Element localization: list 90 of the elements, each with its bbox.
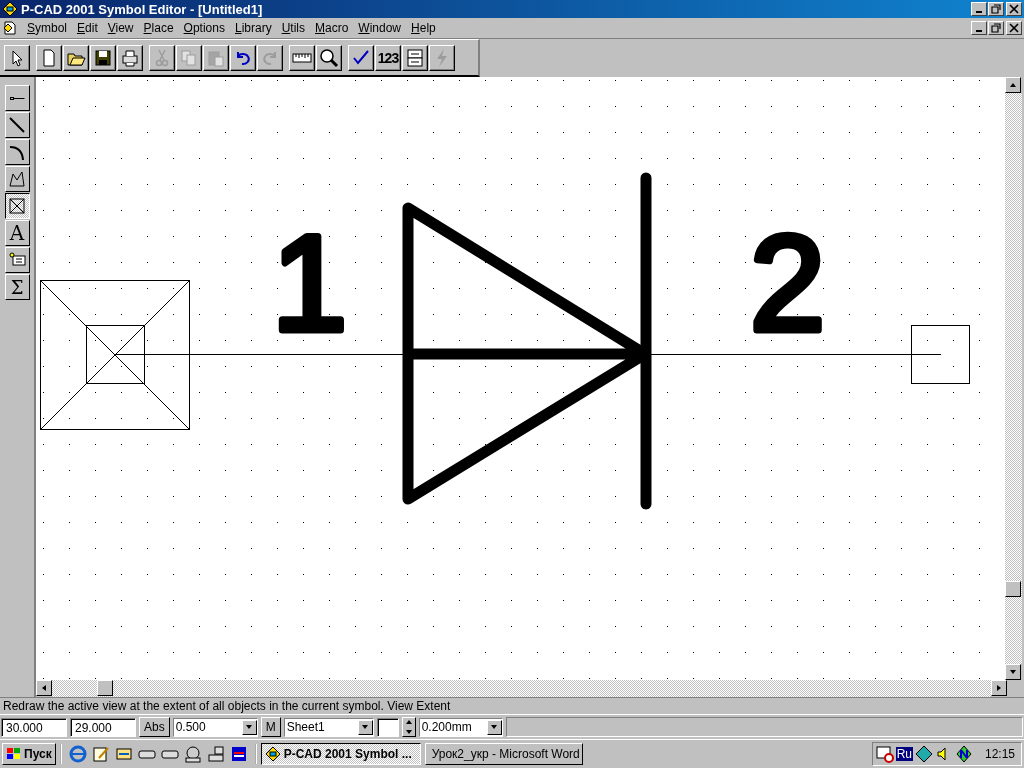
menu-item[interactable]: Utils: [276, 21, 310, 35]
horizontal-scrollbar[interactable]: [36, 680, 1007, 697]
browser-icon[interactable]: [67, 744, 88, 764]
undo-button[interactable]: [230, 44, 256, 71]
menu-item[interactable]: Macro: [310, 21, 354, 35]
text-tool[interactable]: A: [4, 220, 30, 246]
menu-item[interactable]: Symbol: [22, 21, 73, 35]
arc-tool[interactable]: [4, 139, 30, 165]
line-width-dropdown[interactable]: 0.200mm: [418, 717, 503, 737]
line-icon: [7, 115, 27, 135]
close-icon: [1009, 23, 1019, 33]
x-coordinate-field[interactable]: 30.000: [1, 717, 67, 737]
menu-item[interactable]: View: [102, 21, 139, 35]
numbering-button[interactable]: 123: [375, 44, 401, 71]
polygon-icon: [7, 169, 27, 189]
sigma-tool[interactable]: Σ: [4, 274, 30, 300]
line-tool[interactable]: [4, 112, 30, 138]
sheet-dropdown[interactable]: Sheet1: [283, 717, 374, 737]
crossed-square-icon: [7, 196, 27, 216]
caret-icon: [490, 723, 499, 731]
menu-item[interactable]: Help: [406, 21, 441, 35]
start-button[interactable]: Пуск: [2, 743, 56, 765]
restore-icon: [991, 4, 1001, 14]
vertical-scrollbar[interactable]: [1005, 77, 1022, 680]
pin-icon: [9, 96, 25, 100]
printer-icon: [120, 47, 140, 68]
grid-dropdown[interactable]: 0.500: [172, 717, 258, 737]
caret-icon: [361, 723, 370, 731]
pin-number: 2: [750, 208, 826, 359]
copy-icon: [179, 47, 199, 68]
window-title: P-CAD 2001 Symbol Editor - [Untitled1]: [21, 1, 263, 17]
open-button[interactable]: [63, 44, 89, 71]
menu-item[interactable]: Place: [138, 21, 179, 35]
print-button[interactable]: [117, 44, 143, 71]
cd-drive-icon[interactable]: [182, 744, 203, 764]
taskbar-button[interactable]: P-CAD 2001 Symbol ...: [260, 743, 421, 765]
scroll-right-button[interactable]: [991, 680, 1007, 696]
caret-icon: [40, 684, 48, 692]
taskbar-button[interactable]: Урок2_укр - Microsoft Word: [424, 743, 583, 765]
menu-item[interactable]: Options: [178, 21, 230, 35]
language-indicator[interactable]: Ru: [895, 747, 913, 761]
report-button[interactable]: [402, 44, 428, 71]
attribute-tool[interactable]: [4, 247, 30, 273]
pin-pad: [911, 325, 970, 384]
save-button[interactable]: [90, 44, 116, 71]
minimize-icon: [976, 30, 982, 32]
close-button[interactable]: [1006, 2, 1022, 16]
restore-icon: [991, 23, 1001, 33]
pin-tool[interactable]: [4, 85, 30, 111]
document-icon: [2, 20, 18, 36]
clock: 12:15: [984, 747, 1015, 761]
minimize-button[interactable]: [971, 21, 987, 35]
close-icon: [1009, 4, 1019, 14]
select-button[interactable]: [4, 44, 30, 71]
app-logo-icon: [2, 1, 18, 17]
polygon-tool[interactable]: [4, 166, 30, 192]
pin-number: 1: [272, 208, 348, 359]
magnifier-icon: [319, 47, 339, 68]
input-field[interactable]: [376, 717, 399, 737]
notepad-icon[interactable]: [90, 744, 111, 764]
new-button[interactable]: [36, 44, 62, 71]
windows-flag-icon: [6, 746, 22, 762]
scroll-thumb[interactable]: [97, 680, 113, 696]
scheduler-icon[interactable]: [875, 745, 894, 763]
abs-button[interactable]: Abs: [139, 717, 170, 737]
menu-item[interactable]: Library: [229, 21, 277, 35]
minimize-button[interactable]: [971, 2, 987, 16]
minimize-icon: [976, 11, 982, 13]
menu-item[interactable]: Window: [353, 21, 407, 35]
caret-icon: [245, 723, 254, 731]
scroll-up-button[interactable]: [1005, 77, 1021, 93]
spin-button[interactable]: [401, 717, 416, 737]
menu-item[interactable]: Edit: [72, 21, 103, 35]
computer-icon[interactable]: [205, 744, 226, 764]
status-message: Redraw the active view at the extent of all objects in the current symbol. View Extent: [0, 697, 1024, 715]
scroll-down-button[interactable]: [1005, 664, 1021, 680]
zoom-button[interactable]: [316, 44, 342, 71]
restore-button[interactable]: [988, 2, 1004, 16]
m-button[interactable]: M: [260, 717, 281, 737]
close-button[interactable]: [1006, 21, 1022, 35]
restore-button[interactable]: [988, 21, 1004, 35]
scroll-thumb[interactable]: [1005, 581, 1021, 597]
y-coordinate-field[interactable]: 29.000: [70, 717, 136, 737]
box-tool[interactable]: [4, 193, 30, 219]
scroll-left-button[interactable]: [36, 680, 52, 696]
check-button[interactable]: [348, 44, 374, 71]
app-logo-icon: [264, 746, 281, 762]
report-icon: [405, 47, 425, 68]
caret-icon: [1009, 81, 1017, 89]
ruler-button[interactable]: [289, 44, 315, 71]
